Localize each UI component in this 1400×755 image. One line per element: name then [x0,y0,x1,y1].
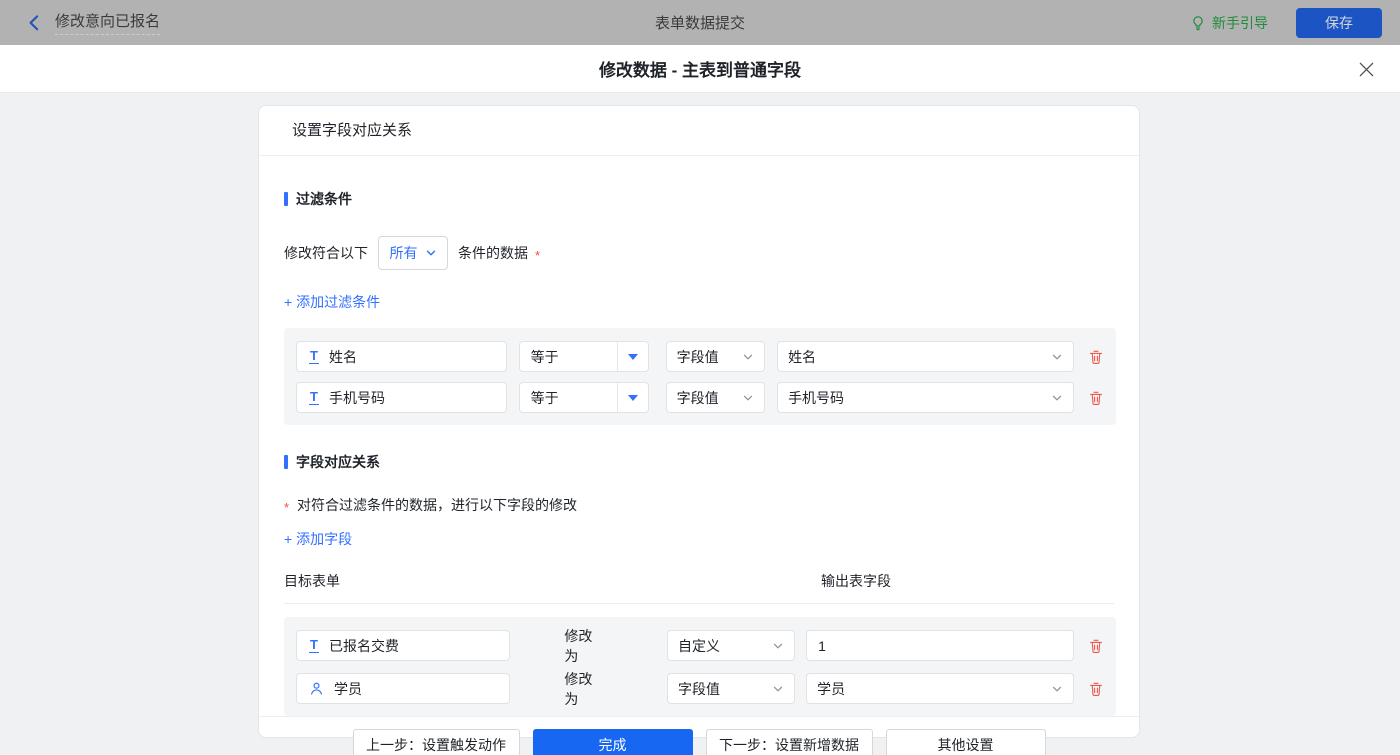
output-field-select[interactable]: 学员 [806,673,1074,704]
match-condition-row: 修改符合以下 所有 条件的数据 * [284,236,1114,270]
text-field-icon: T [309,390,319,405]
chevron-down-icon [1051,683,1063,695]
text-field-icon: T [309,349,319,364]
filter-value-select[interactable]: 姓名 [777,341,1074,372]
target-form-column-label: 目标表单 [284,573,340,589]
chevron-down-icon [425,247,437,259]
member-field-icon [309,681,324,696]
section-accent-bar [284,455,288,469]
filter-value-type-select[interactable]: 字段值 [666,341,765,372]
match-prefix-label: 修改符合以下 [284,243,368,263]
filter-row: T 手机号码 等于 字段值 手机号码 [296,382,1104,413]
flow-name-label[interactable]: 修改意向已报名 [55,10,160,35]
section-accent-bar [284,192,288,206]
chevron-down-icon [1051,351,1063,363]
filter-operator-select[interactable]: 等于 [519,382,649,413]
triangle-down-icon [628,354,638,360]
filter-conditions-panel: T 姓名 等于 字段值 姓名 [284,328,1116,425]
back-icon[interactable] [26,14,43,31]
chevron-down-icon [772,683,784,695]
value-mode-select[interactable]: 字段值 [667,673,795,704]
topbar: 修改意向已报名 表单数据提交 新手引导 保存 [0,0,1400,45]
delete-row-icon[interactable] [1088,681,1104,697]
filter-section-title: 过滤条件 [284,189,1114,209]
previous-step-button[interactable]: 上一步：设置触发动作 [353,729,520,755]
dialog-footer: 上一步：设置触发动作 完成 下一步：设置新增数据 其他设置 [259,716,1139,755]
custom-value-input[interactable] [806,630,1074,661]
field-mapping-panel: T 已报名交费 修改为 自定义 [284,617,1116,716]
filter-operator-select[interactable]: 等于 [519,341,649,372]
mapping-row: 学员 修改为 字段值 学员 [296,673,1104,704]
match-suffix-label: 条件的数据 [458,243,528,263]
modify-as-label: 修改为 [564,626,606,666]
mapping-section-title: 字段对应关系 [284,452,1114,472]
save-button[interactable]: 保存 [1296,8,1382,38]
triangle-down-icon [628,395,638,401]
filter-field-input[interactable]: T 姓名 [296,341,507,372]
delete-row-icon[interactable] [1088,390,1104,406]
modify-data-dialog: 修改数据 - 主表到普通字段 设置字段对应关系 过滤条件 修改符合以下 所有 [0,45,1400,755]
mapping-table-header: 目标表单 输出表字段 [284,571,1114,604]
other-settings-button[interactable]: 其他设置 [886,729,1046,755]
guide-label: 新手引导 [1212,13,1268,33]
add-field-link[interactable]: + 添加字段 [284,529,352,549]
add-filter-condition-link[interactable]: + 添加过滤条件 [284,292,380,312]
delete-row-icon[interactable] [1088,349,1104,365]
mapping-description: * 对符合过滤条件的数据，进行以下字段的修改 [284,495,1114,515]
required-mark: * [284,500,289,515]
dialog-body: 设置字段对应关系 过滤条件 修改符合以下 所有 条件的数据 * + 添加过滤条 [0,93,1400,755]
close-icon[interactable] [1358,61,1375,78]
chevron-down-icon [1051,392,1063,404]
card-title: 设置字段对应关系 [259,106,1139,156]
field-mapping-card: 设置字段对应关系 过滤条件 修改符合以下 所有 条件的数据 * + 添加过滤条 [258,105,1140,738]
output-field-column-label: 输出表字段 [821,571,891,591]
target-field-input[interactable]: T 已报名交费 [296,630,510,661]
filter-row: T 姓名 等于 字段值 姓名 [296,341,1104,372]
target-field-input[interactable]: 学员 [296,673,510,704]
next-step-button[interactable]: 下一步：设置新增数据 [706,729,873,755]
dialog-header: 修改数据 - 主表到普通字段 [0,45,1400,93]
match-mode-select[interactable]: 所有 [378,236,448,270]
modify-as-label: 修改为 [564,669,606,709]
delete-row-icon[interactable] [1088,638,1104,654]
beginner-guide-link[interactable]: 新手引导 [1190,13,1268,33]
chevron-down-icon [772,640,784,652]
page-title: 表单数据提交 [655,12,745,33]
chevron-down-icon [742,392,754,404]
chevron-down-icon [742,351,754,363]
filter-value-type-select[interactable]: 字段值 [666,382,765,413]
dialog-title: 修改数据 - 主表到普通字段 [599,56,801,81]
required-mark: * [535,248,540,263]
lightbulb-icon [1190,15,1206,31]
filter-field-input[interactable]: T 手机号码 [296,382,507,413]
done-button[interactable]: 完成 [533,729,693,755]
filter-value-select[interactable]: 手机号码 [777,382,1074,413]
value-mode-select[interactable]: 自定义 [667,630,795,661]
text-field-icon: T [309,638,319,653]
mapping-row: T 已报名交费 修改为 自定义 [296,630,1104,661]
